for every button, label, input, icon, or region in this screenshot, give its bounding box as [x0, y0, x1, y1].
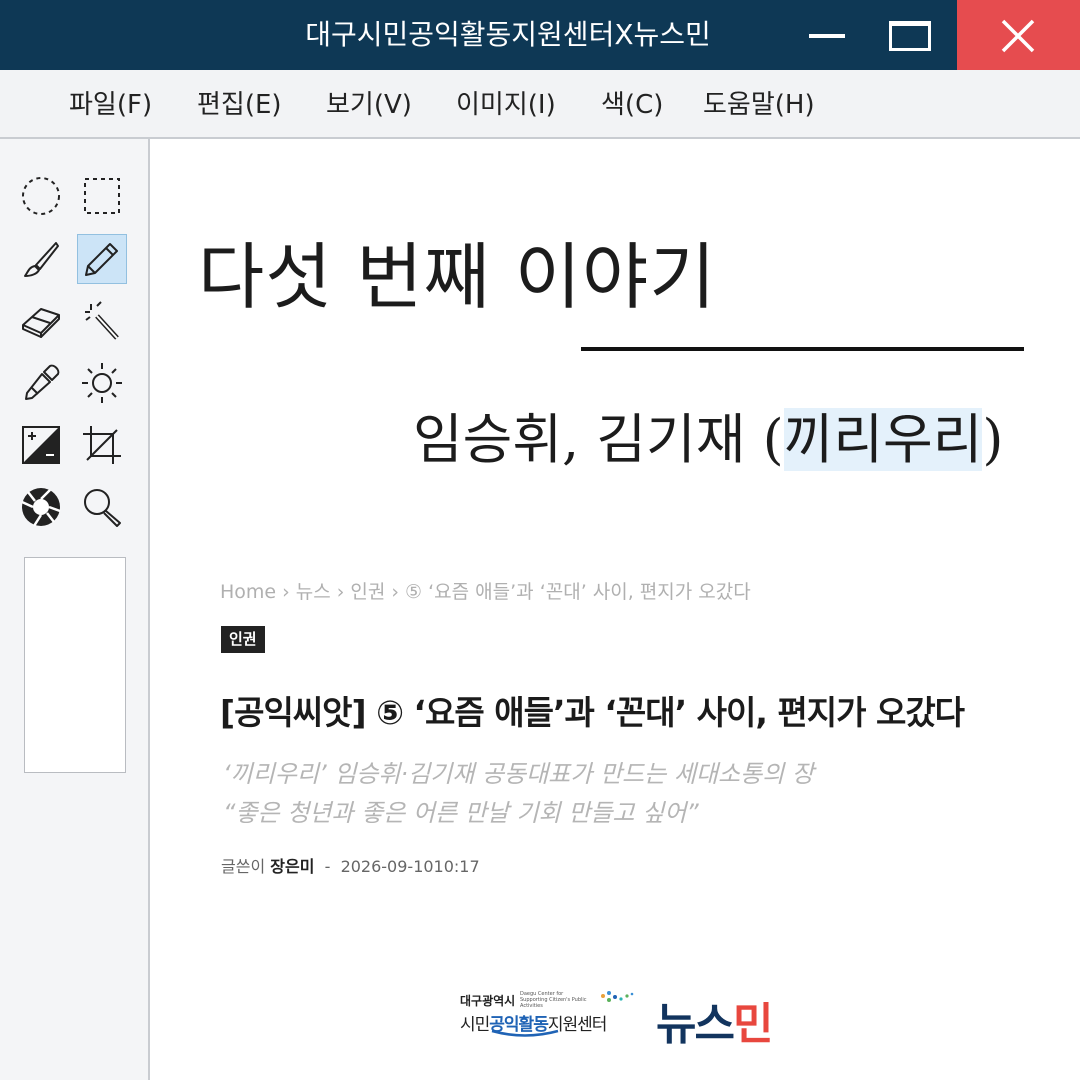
maximize-icon — [889, 21, 931, 51]
eyedropper-tool[interactable] — [16, 358, 66, 408]
zoom-icon — [84, 489, 121, 527]
newsmin-logo: 뉴스민 — [656, 988, 774, 1052]
story-authors: 임승휘, 김기재 (끼리우리) — [413, 395, 1003, 474]
menu-view[interactable]: 보기(V) — [326, 70, 412, 137]
article-subtitle-2: “좋은 청년과 좋은 어른 만날 기회 만들고 싶어” — [223, 799, 699, 827]
article-byline: 글쓴이 장은미 - 2026-09-1010:17 — [221, 853, 480, 877]
byline-separator: - — [324, 857, 331, 876]
pencil-tool[interactable] — [77, 234, 127, 284]
menu-image[interactable]: 이미지(I) — [456, 70, 556, 137]
ellipse-select-icon — [22, 177, 60, 215]
brightness-tool[interactable] — [77, 358, 127, 408]
category-badge: 인권 — [221, 626, 265, 653]
menu-help[interactable]: 도움말(H) — [703, 70, 815, 137]
brightness-icon — [82, 363, 122, 403]
rect-select-tool[interactable] — [77, 171, 127, 221]
story-title: 다섯 번째 이야기 — [198, 235, 717, 319]
byline-label: 글쓴이 — [221, 857, 266, 876]
crop-tool[interactable] — [77, 420, 127, 470]
color-swatch-panel[interactable] — [24, 557, 126, 773]
tool-panel — [0, 139, 150, 1080]
close-icon — [1001, 19, 1035, 53]
center-logo-english: Daegu Center for Supporting Citizen's Pu… — [520, 991, 587, 1009]
author-close-paren: ) — [982, 408, 1004, 471]
pencil-icon — [85, 243, 118, 276]
article-headline: [공익씨앗] ⑤ ‘요즘 애들’과 ‘꼰대’ 사이, 편지가 오갔다 — [220, 693, 965, 732]
rect-select-icon — [84, 178, 120, 214]
menu-bar: 파일(F) 편집(E) 보기(V) 이미지(I) 색(C) 도움말(H) — [0, 70, 1080, 139]
menu-color[interactable]: 색(C) — [601, 70, 663, 137]
author-names: 임승휘, 김기재 ( — [413, 408, 784, 471]
eyedropper-icon — [25, 364, 60, 400]
aperture-icon — [21, 488, 61, 527]
minimize-button[interactable] — [797, 0, 859, 70]
menu-edit[interactable]: 편집(E) — [197, 70, 282, 137]
window-title: 대구시민공익활동지원센터X뉴스민 — [305, 18, 711, 51]
breadcrumb: Home › 뉴스 › 인권 › ⑤ ‘요즘 애들’과 ‘꼰대’ 사이, 편지가… — [220, 581, 751, 603]
brush-tool[interactable] — [16, 234, 66, 284]
zoom-tool[interactable] — [77, 482, 127, 532]
swoosh-logo-icon — [491, 1029, 559, 1037]
maximize-button[interactable] — [878, 0, 942, 70]
center-logo-part-a: 시민 — [460, 1015, 490, 1035]
image-canvas[interactable]: 다섯 번째 이야기 임승휘, 김기재 (끼리우리) Home › 뉴스 › 인권… — [151, 140, 1080, 1080]
minimize-icon — [809, 34, 845, 38]
aperture-tool[interactable] — [16, 482, 66, 532]
menu-file[interactable]: 파일(F) — [69, 70, 152, 137]
contrast-tool[interactable] — [16, 420, 66, 470]
byline-time: 10:17 — [433, 857, 480, 876]
byline-date: 2026-09-10 — [340, 857, 434, 876]
title-bar: 대구시민공익활동지원센터X뉴스민 — [0, 0, 1080, 70]
magic-wand-icon — [85, 301, 119, 340]
contrast-icon — [22, 426, 60, 464]
center-logo: 대구광역시 Daegu Center for Supporting Citize… — [460, 988, 635, 1044]
center-logo-city: 대구광역시 — [460, 994, 516, 1008]
newsmin-logo-part-b: 민 — [732, 999, 774, 1050]
magic-wand-tool[interactable] — [77, 296, 127, 346]
eraser-tool[interactable] — [16, 296, 66, 346]
title-divider — [581, 347, 1024, 351]
eraser-icon — [22, 308, 60, 338]
article-subtitle-1: ‘끼리우리’ 임승휘·김기재 공동대표가 만드는 세대소통의 장 — [223, 760, 814, 788]
crop-icon — [83, 426, 121, 464]
author-group-highlight: 끼리우리 — [783, 408, 983, 471]
newsmin-logo-part-a: 뉴스 — [656, 999, 735, 1050]
brush-icon — [24, 242, 59, 277]
dots-logo-icon — [601, 991, 634, 1002]
byline-author: 장은미 — [270, 857, 315, 876]
close-button[interactable] — [957, 0, 1080, 70]
free-select-tool[interactable] — [16, 171, 66, 221]
